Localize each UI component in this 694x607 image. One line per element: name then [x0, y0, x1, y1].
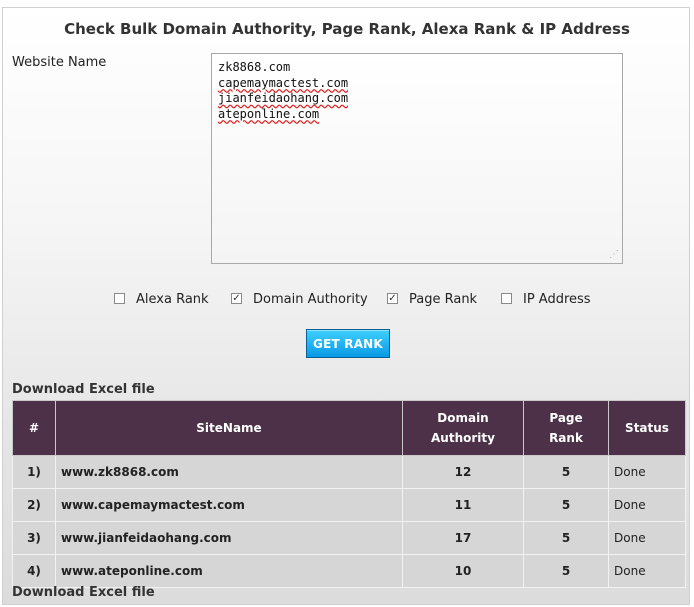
table-row: 4) www.ateponline.com 10 5 Done — [12, 554, 686, 588]
page-rank-label: Page Rank — [409, 292, 478, 307]
table-row: 2) www.capemaymactest.com 11 5 Done — [12, 488, 686, 522]
row-status: Done — [608, 488, 686, 522]
row-domain-authority: 17 — [402, 521, 524, 555]
option-domain-authority[interactable]: ✓ Domain Authority — [231, 292, 368, 307]
row-num: 2) — [12, 488, 56, 522]
table-row: 1) www.zk8868.com 12 5 Done — [12, 455, 686, 489]
domain-line: ateponline.com — [218, 106, 320, 121]
header-status: Status — [608, 400, 686, 456]
header-page-rank: Page Rank — [523, 400, 609, 456]
row-num: 3) — [12, 521, 56, 555]
table-header-row: # SiteName Domain Authority Page Rank Stat… — [12, 400, 686, 456]
row-page-rank: 5 — [523, 554, 609, 588]
bulk-rank-panel: Check Bulk Domain Authority, Page Rank, … — [2, 7, 690, 605]
option-page-rank[interactable]: ✓ Page Rank — [387, 292, 477, 307]
page-rank-checkbox[interactable]: ✓ — [387, 293, 398, 304]
domain-authority-label: Domain Authority — [253, 292, 368, 307]
row-status: Done — [608, 554, 686, 588]
header-domain-authority: Domain Authority — [402, 400, 524, 456]
row-num: 4) — [12, 554, 56, 588]
row-sitename: www.zk8868.com — [55, 455, 403, 489]
table-row: 3) www.jianfeidaohang.com 17 5 Done — [12, 521, 686, 555]
ip-address-label: IP Address — [523, 292, 591, 307]
alexa-rank-label: Alexa Rank — [136, 292, 209, 307]
domain-line: jianfeidaohang.com — [218, 91, 349, 105]
row-sitename: www.jianfeidaohang.com — [55, 521, 403, 555]
row-status: Done — [608, 521, 686, 555]
row-sitename: www.capemaymactest.com — [55, 488, 403, 522]
row-domain-authority: 12 — [402, 455, 524, 489]
domain-line: zk8868.com — [218, 60, 291, 74]
domain-authority-checkbox[interactable]: ✓ — [231, 293, 242, 304]
option-ip-address[interactable]: IP Address — [501, 292, 591, 307]
row-page-rank: 5 — [523, 488, 609, 522]
get-rank-button[interactable]: GET RANK — [306, 329, 390, 358]
download-excel-link-bottom[interactable]: Download Excel file — [12, 585, 155, 600]
header-num: # — [12, 400, 56, 456]
row-page-rank: 5 — [523, 521, 609, 555]
download-excel-link-top[interactable]: Download Excel file — [12, 382, 155, 397]
page-title: Check Bulk Domain Authority, Page Rank, … — [64, 20, 630, 38]
row-page-rank: 5 — [523, 455, 609, 489]
row-domain-authority: 10 — [402, 554, 524, 588]
resize-grip-icon[interactable]: ⋰ — [609, 250, 619, 260]
website-name-label: Website Name — [12, 55, 107, 70]
domain-line: capemaymactest.com — [218, 75, 349, 90]
header-sitename: SiteName — [55, 400, 403, 456]
website-name-textarea[interactable]: zk8868.com capemaymactest.com jianfeidao… — [211, 53, 623, 264]
row-num: 1) — [12, 455, 56, 489]
results-table: # SiteName Domain Authority Page Rank Stat… — [12, 400, 686, 588]
ip-address-checkbox[interactable] — [501, 293, 512, 304]
alexa-rank-checkbox[interactable] — [114, 293, 125, 304]
option-alexa-rank[interactable]: Alexa Rank — [114, 292, 209, 307]
row-status: Done — [608, 455, 686, 489]
row-sitename: www.ateponline.com — [55, 554, 403, 588]
row-domain-authority: 11 — [402, 488, 524, 522]
